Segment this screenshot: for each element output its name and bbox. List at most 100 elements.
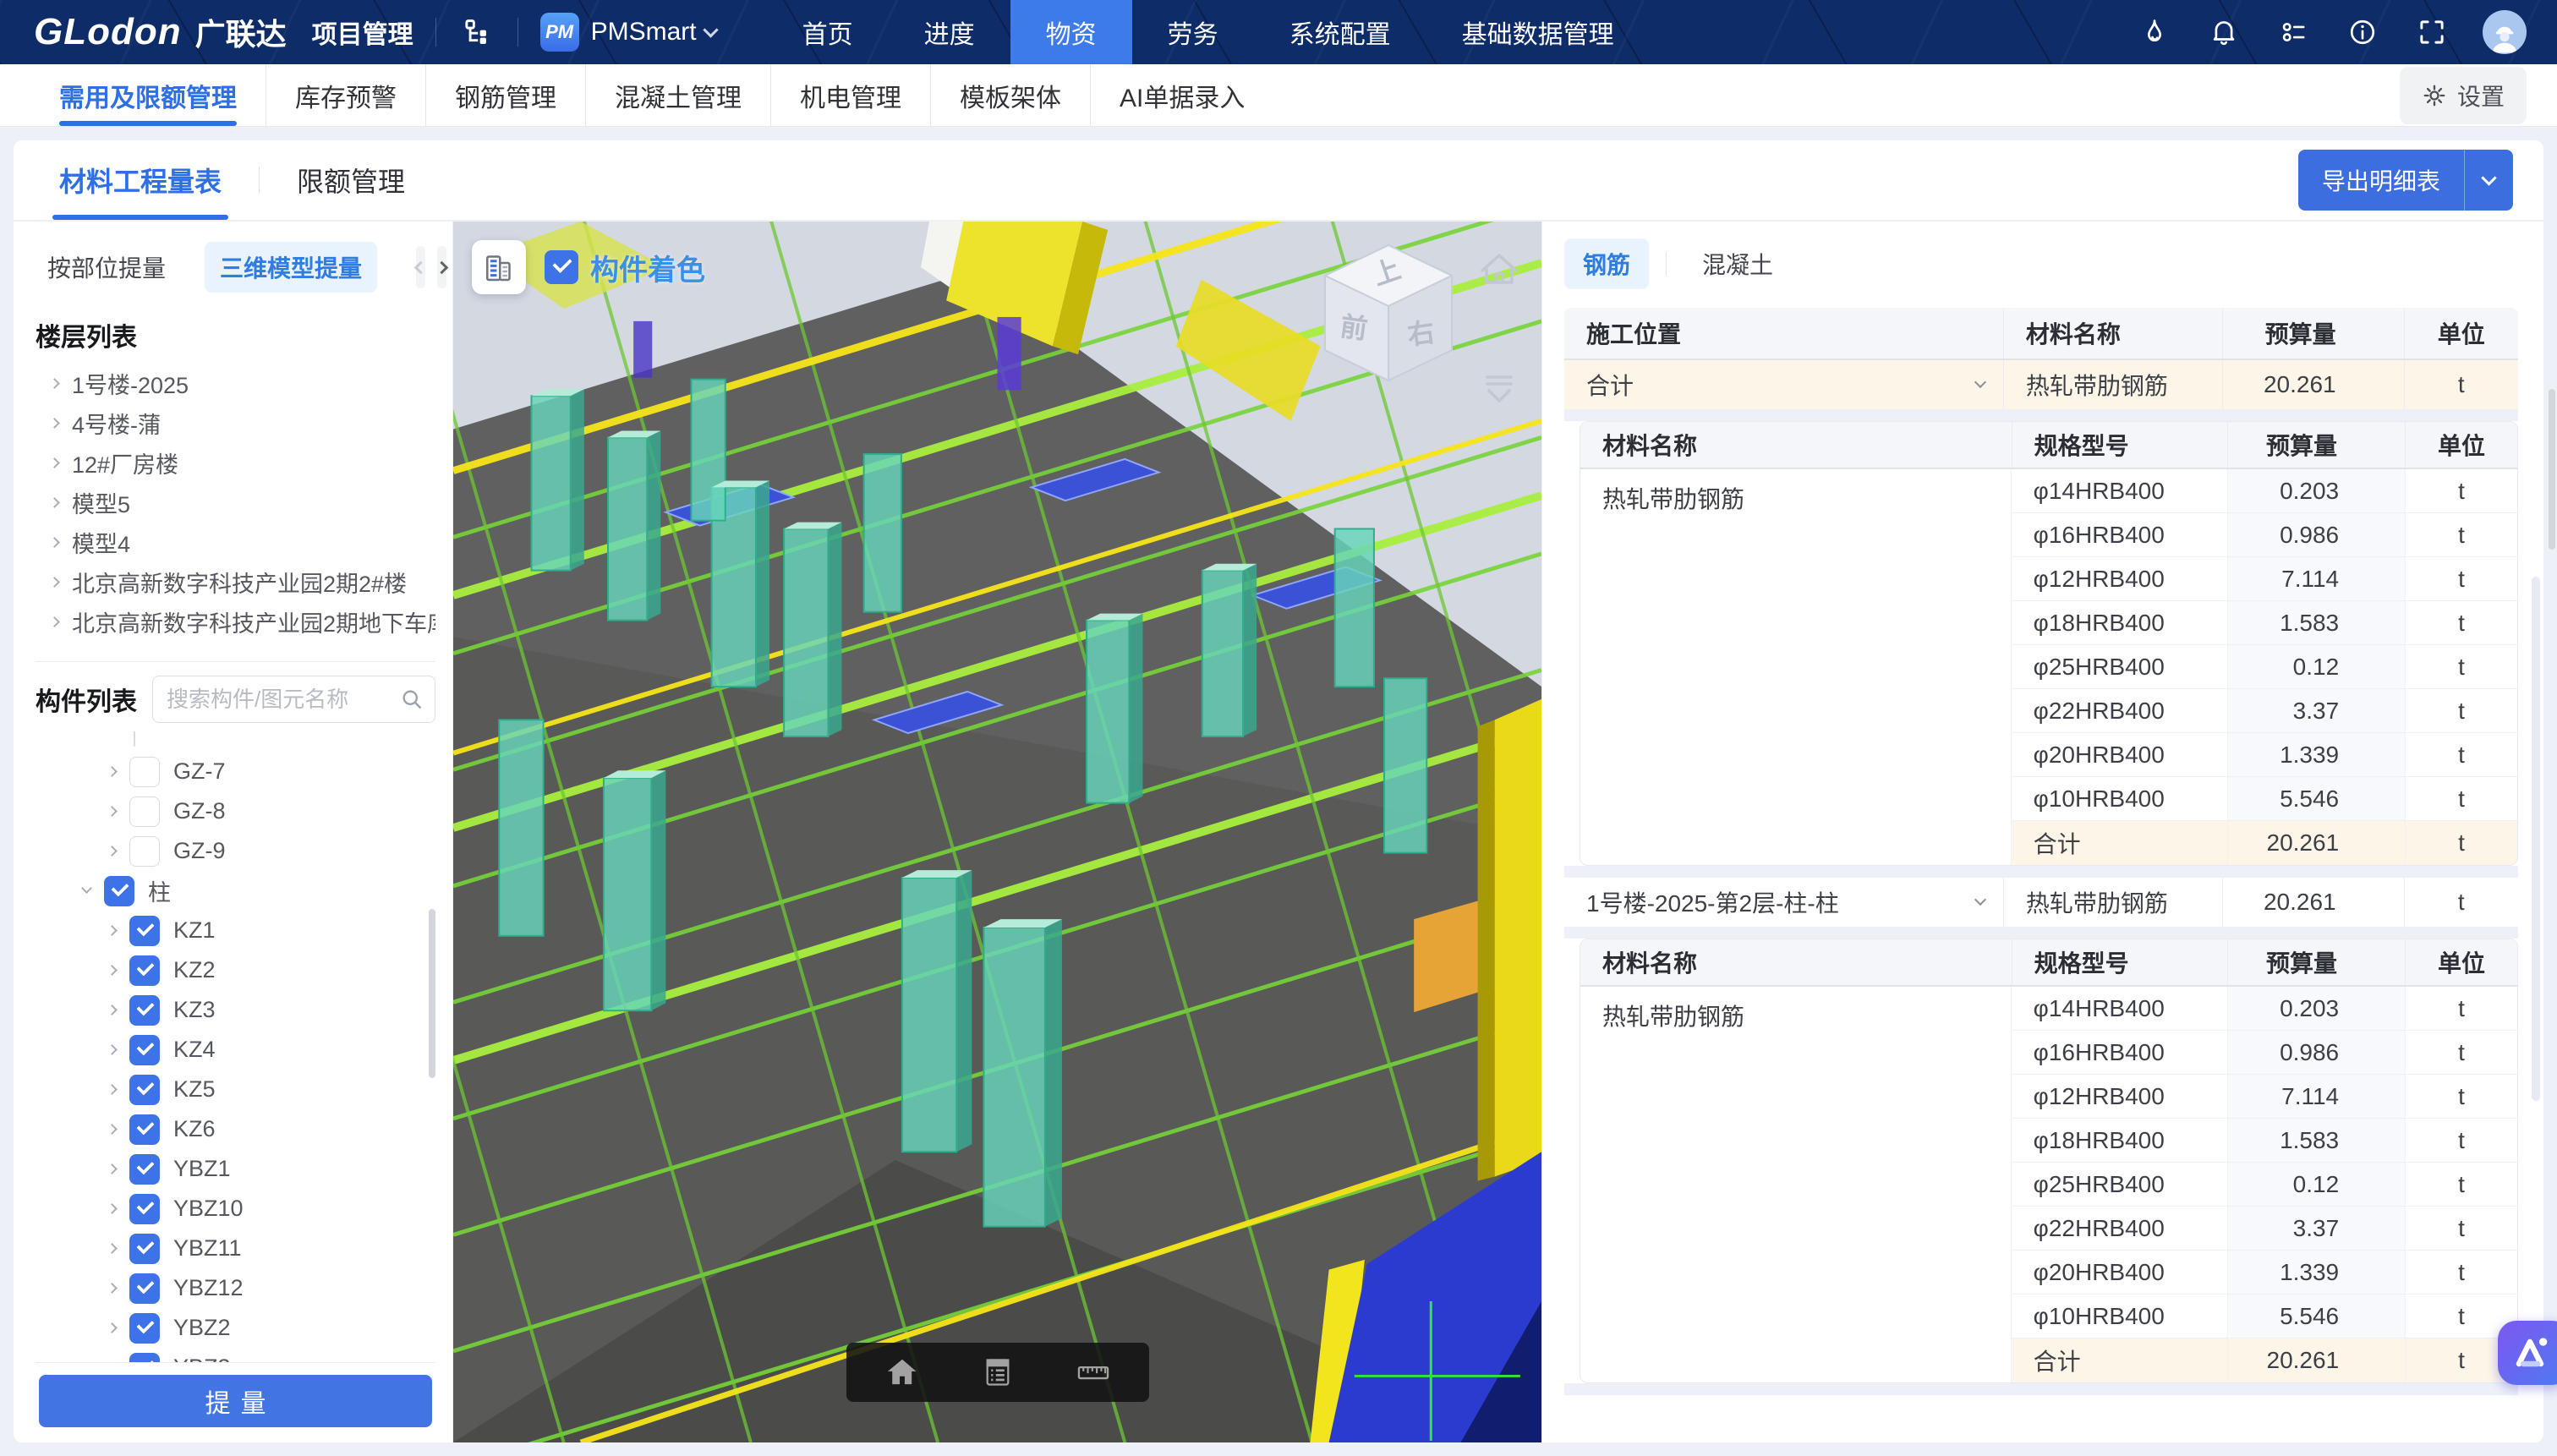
floor-tree-item[interactable]: 模型5: [36, 483, 435, 523]
component-tree-item[interactable]: YBZ12: [36, 1268, 435, 1308]
task-list-icon[interactable]: [2275, 14, 2312, 51]
fullscreen-icon[interactable]: [2413, 14, 2450, 51]
nav-progress[interactable]: 进度: [889, 0, 1010, 64]
flame-icon[interactable]: [2136, 14, 2173, 51]
extract-quantity-button[interactable]: 提量: [39, 1375, 432, 1427]
nav-materials[interactable]: 物资: [1010, 0, 1132, 64]
tab-concrete-material[interactable]: 混凝土: [1684, 238, 1792, 289]
col-unit: 单位: [2405, 939, 2517, 985]
component-tree-item[interactable]: YBZ1: [36, 1149, 435, 1189]
export-dropdown-caret[interactable]: [2464, 150, 2513, 211]
checkbox[interactable]: [129, 1154, 160, 1185]
tab-demand-quota[interactable]: 需用及限额管理: [30, 64, 266, 126]
checkbox[interactable]: [129, 1313, 160, 1344]
chevron-right-icon: [107, 766, 118, 777]
colorize-checkbox[interactable]: [545, 250, 578, 284]
checkbox[interactable]: [104, 876, 134, 906]
building-view-button[interactable]: [472, 240, 526, 294]
mode-3d-model[interactable]: 三维模型提量: [205, 242, 377, 293]
checkbox[interactable]: [129, 836, 160, 867]
tab-mep[interactable]: 机电管理: [770, 64, 930, 126]
module-subnav: 需用及限额管理 库存预警 钢筋管理 混凝土管理 机电管理 模板架体 AI单据录入…: [0, 64, 2557, 127]
group-row-floor2[interactable]: 1号楼-2025-第2层-柱-柱 热轧带肋钢筋 20.261 t: [1564, 878, 2518, 927]
bell-icon[interactable]: [2205, 14, 2242, 51]
floor-label: 模型4: [72, 526, 130, 559]
component-tree-item[interactable]: KZ2: [36, 950, 435, 990]
product-switcher[interactable]: PM PMSmart: [540, 0, 716, 64]
component-tree-item[interactable]: GZ-8: [36, 791, 435, 831]
export-detail-button[interactable]: 导出明细表: [2298, 150, 2513, 211]
checkbox[interactable]: [129, 1234, 160, 1264]
tab-quota-management[interactable]: 限额管理: [290, 140, 412, 220]
checkbox[interactable]: [129, 995, 160, 1026]
home-icon[interactable]: [885, 1356, 919, 1388]
ruler-icon[interactable]: [1076, 1356, 1110, 1388]
component-group-item[interactable]: 柱: [36, 871, 435, 911]
floor-tree-item[interactable]: 4号楼-蒲: [36, 403, 435, 443]
tab-rebar-material[interactable]: 钢筋: [1564, 238, 1649, 289]
nav-base-data[interactable]: 基础数据管理: [1426, 0, 1650, 64]
component-tree-item[interactable]: YBZ10: [36, 1189, 435, 1229]
info-icon[interactable]: [2344, 14, 2381, 51]
panel-scrollbar[interactable]: [2532, 577, 2540, 1101]
checkbox[interactable]: [134, 731, 135, 747]
checkbox[interactable]: [129, 1075, 160, 1105]
component-tree-item[interactable]: KZ5: [36, 1070, 435, 1109]
floor-tree-item[interactable]: 12#厂房楼: [36, 443, 435, 483]
tab-formwork[interactable]: 模板架体: [930, 64, 1090, 126]
search-input[interactable]: [152, 676, 435, 723]
tab-material-quantity[interactable]: 材料工程量表: [52, 140, 228, 220]
col-material: 材料名称: [1580, 939, 2012, 985]
floor-tree-item[interactable]: 1号楼-2025: [36, 364, 435, 403]
chevron-down-icon[interactable]: [1974, 894, 1986, 906]
group-unit: t: [2404, 360, 2518, 409]
navigation-cube[interactable]: 上 前 右: [1317, 233, 1528, 436]
floor-tree-item[interactable]: 北京高新数字科技产业园2期2#楼: [36, 562, 435, 602]
checkbox[interactable]: [129, 1194, 160, 1224]
component-tree-item[interactable]: YBZ2: [36, 1308, 435, 1348]
tab-ai-entry[interactable]: AI单据录入: [1090, 64, 1273, 126]
component-tree-item[interactable]: YBZ3: [36, 1348, 435, 1362]
component-tree-item[interactable]: KZ3: [36, 990, 435, 1030]
tab-concrete[interactable]: 混凝土管理: [585, 64, 770, 126]
floor-tree-item[interactable]: 北京高新数字科技产业园2期地下车库人防: [36, 602, 435, 642]
checkbox[interactable]: [129, 1114, 160, 1145]
floor-tree-item[interactable]: 模型4: [36, 523, 435, 562]
list-icon[interactable]: [982, 1356, 1014, 1388]
bim-3d-viewport[interactable]: 构件着色 上 前 右: [453, 222, 1541, 1442]
component-colorize-toggle[interactable]: 构件着色: [545, 247, 705, 288]
nav-home[interactable]: 首页: [767, 0, 889, 64]
tab-rebar[interactable]: 钢筋管理: [425, 64, 585, 126]
component-list-scrollbar[interactable]: [429, 909, 435, 1078]
settings-button[interactable]: 设置: [2400, 67, 2527, 124]
group-row-total[interactable]: 合计 热轧带肋钢筋 20.261 t: [1564, 360, 2518, 409]
tab-stock-warning[interactable]: 库存预警: [266, 64, 425, 126]
component-tree-item[interactable]: YBZ11: [36, 1229, 435, 1268]
checkbox[interactable]: [129, 955, 160, 986]
component-tree-item[interactable]: KZ6: [36, 1109, 435, 1149]
total-qty: 20.261: [2227, 1338, 2406, 1382]
checkbox[interactable]: [129, 1273, 160, 1304]
nav-system-config[interactable]: 系统配置: [1254, 0, 1426, 64]
chevron-down-icon[interactable]: [1974, 376, 1986, 388]
component-tree-item[interactable]: GZ-9: [36, 831, 435, 871]
checkbox[interactable]: [129, 1035, 160, 1065]
component-tree-item[interactable]: KZ4: [36, 1030, 435, 1070]
col-budget-qty: 预算量: [2227, 422, 2406, 468]
component-tree-item[interactable]: KZ1: [36, 911, 435, 950]
checkbox[interactable]: [129, 757, 160, 787]
prev-button[interactable]: [416, 246, 425, 288]
checkbox[interactable]: [129, 1353, 160, 1363]
checkbox[interactable]: [129, 796, 160, 827]
ai-assistant-button[interactable]: [2498, 1321, 2557, 1385]
org-tree-icon[interactable]: [458, 14, 496, 51]
checkbox[interactable]: [129, 916, 160, 946]
component-list-header: 构件列表: [36, 676, 435, 723]
component-label: YBZ2: [173, 1315, 231, 1341]
component-tree-item[interactable]: GZ-7: [36, 752, 435, 791]
user-avatar[interactable]: [2483, 10, 2527, 54]
next-button[interactable]: [437, 246, 446, 288]
qty-cell: 3.37: [2227, 689, 2406, 732]
mode-by-part[interactable]: 按部位提量: [36, 242, 178, 293]
nav-labor[interactable]: 劳务: [1132, 0, 1254, 64]
